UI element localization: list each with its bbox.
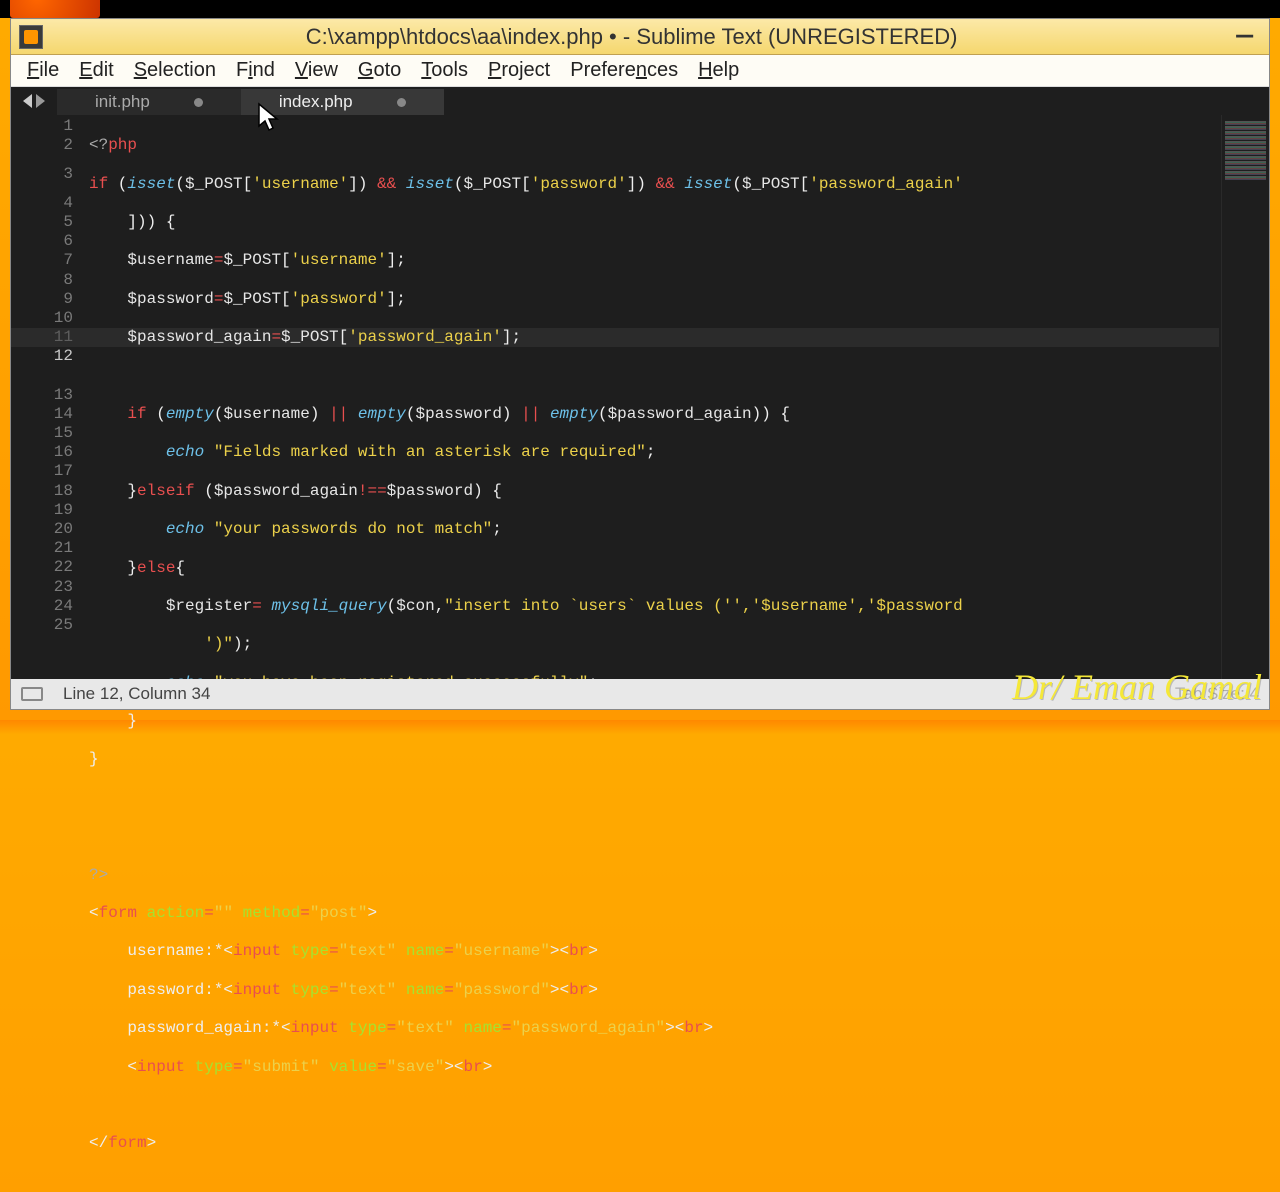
title-bar: C:\xampp\htdocs\aa\index.php • - Sublime… [11, 19, 1269, 55]
code-content[interactable]: <?php if (isset($_POST['username']) && i… [89, 115, 1221, 679]
menu-selection[interactable]: Selection [124, 55, 226, 86]
line-number: 5 [11, 213, 73, 232]
line-number: 6 [11, 232, 73, 251]
line-number: 7 [11, 251, 73, 270]
minimap-content [1225, 121, 1266, 181]
editor-area[interactable]: 1 2 3 4 5 6 7 8 9 10 11 12 13 14 15 16 1… [11, 115, 1269, 679]
menu-project[interactable]: Project [478, 55, 560, 86]
line-number: 18 [11, 482, 73, 501]
menu-file[interactable]: File [17, 55, 69, 86]
line-number: 22 [11, 558, 73, 577]
tab-bar: init.php index.php [11, 87, 1269, 115]
modified-dot-icon [194, 98, 203, 107]
line-number: 9 [11, 290, 73, 309]
line-number: 19 [11, 501, 73, 520]
browser-top-bar [0, 0, 1280, 18]
firefox-icon [10, 0, 100, 18]
tab-label: index.php [279, 92, 353, 112]
minimize-button[interactable]: — [1220, 21, 1269, 52]
tab-init[interactable]: init.php [57, 89, 241, 115]
line-number: 20 [11, 520, 73, 539]
line-number: 4 [11, 194, 73, 213]
menu-tools[interactable]: Tools [411, 55, 478, 86]
line-number: 8 [11, 271, 73, 290]
line-number: 25 [11, 616, 73, 635]
menu-view[interactable]: View [285, 55, 348, 86]
line-number: 10 [11, 309, 73, 328]
modified-dot-icon [397, 98, 406, 107]
menu-preferences[interactable]: Preferences [560, 55, 688, 86]
cursor-position: Line 12, Column 34 [63, 684, 210, 704]
watermark: Dr/ Eman Gamal [1012, 666, 1262, 708]
menu-goto[interactable]: Goto [348, 55, 411, 86]
line-number: 23 [11, 578, 73, 597]
line-number: 12 [11, 347, 73, 385]
line-number: 14 [11, 405, 73, 424]
menu-edit[interactable]: Edit [69, 55, 123, 86]
tab-index[interactable]: index.php [241, 89, 444, 115]
line-number: 2 [11, 136, 73, 155]
tab-nav-arrows[interactable] [11, 87, 57, 115]
tab-label: init.php [95, 92, 150, 112]
menu-help[interactable]: Help [688, 55, 749, 86]
line-number: 17 [11, 462, 73, 481]
window-title: C:\xampp\htdocs\aa\index.php • - Sublime… [43, 24, 1220, 50]
line-number: 24 [11, 597, 73, 616]
menu-bar: File Edit Selection Find View Goto Tools… [11, 55, 1269, 87]
nav-back-icon[interactable] [23, 94, 32, 108]
line-number: 13 [11, 386, 73, 405]
line-number: 1 [11, 117, 73, 136]
line-number: 15 [11, 424, 73, 443]
line-number: 21 [11, 539, 73, 558]
panel-switch-icon[interactable] [21, 687, 43, 701]
minimap[interactable] [1221, 115, 1269, 679]
sublime-window: C:\xampp\htdocs\aa\index.php • - Sublime… [10, 18, 1270, 710]
nav-forward-icon[interactable] [36, 94, 45, 108]
app-icon [19, 25, 43, 49]
menu-find[interactable]: Find [226, 55, 285, 86]
gutter: 1 2 3 4 5 6 7 8 9 10 11 12 13 14 15 16 1… [11, 115, 89, 679]
line-number: 3 [11, 155, 73, 193]
line-number: 16 [11, 443, 73, 462]
